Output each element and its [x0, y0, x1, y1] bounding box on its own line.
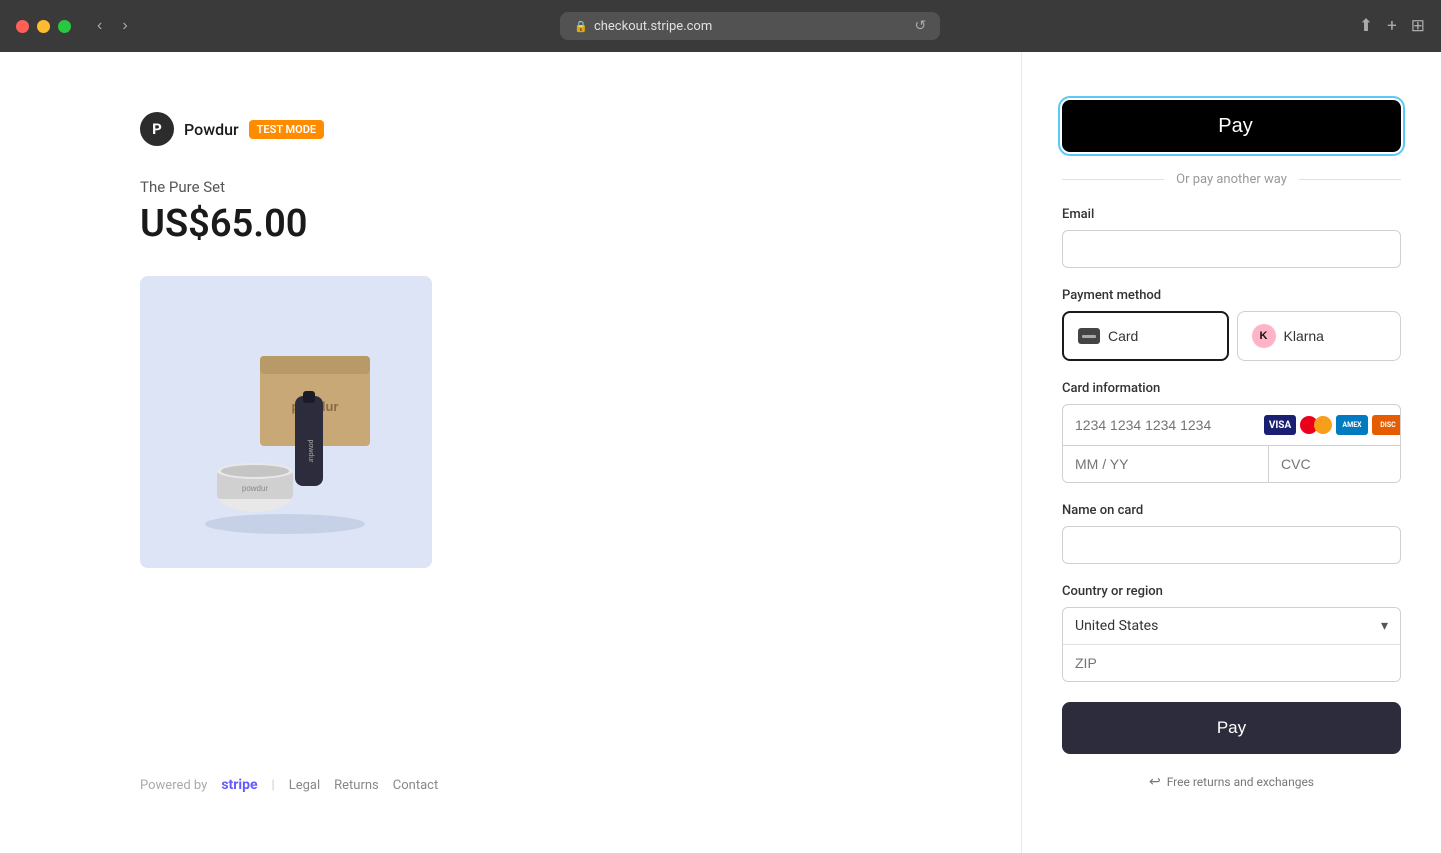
card-tab-label: Card	[1108, 328, 1138, 344]
address-bar[interactable]: 🔒 checkout.stripe.com ↺	[560, 12, 940, 40]
card-fields: VISA AMEX DISC	[1062, 404, 1401, 483]
right-panel: Pay Or pay another way Email Payment met…	[1021, 52, 1441, 853]
klarna-logo: K	[1252, 324, 1276, 348]
lock-icon: 🔒	[574, 20, 588, 33]
returns-link[interactable]: Returns	[334, 778, 379, 793]
url-text: checkout.stripe.com	[594, 19, 712, 34]
product-price: US$65.00	[140, 202, 941, 246]
country-selected-value: United States	[1075, 618, 1381, 634]
tabs-icon[interactable]: ⊞	[1411, 16, 1425, 36]
free-returns: ↩ Free returns and exchanges	[1062, 774, 1401, 790]
card-tab[interactable]: Card	[1062, 311, 1229, 361]
name-on-card-input[interactable]	[1062, 526, 1401, 564]
reload-icon[interactable]: ↺	[915, 18, 927, 34]
left-panel: P Powdur TEST MODE The Pure Set US$65.00…	[0, 52, 1021, 853]
stripe-logo: stripe	[221, 777, 257, 793]
divider-left	[1062, 179, 1164, 180]
brand-name: Powdur	[184, 120, 239, 139]
card-icon	[1078, 328, 1100, 344]
email-label: Email	[1062, 207, 1401, 222]
forward-button[interactable]: ›	[116, 13, 133, 39]
amex-icon: AMEX	[1336, 415, 1368, 435]
country-select-row[interactable]: United States ▾	[1063, 608, 1400, 645]
divider-right	[1299, 179, 1401, 180]
brand-logo: P	[140, 112, 174, 146]
product-name: The Pure Set	[140, 178, 941, 196]
svg-text:powdur: powdur	[242, 484, 269, 493]
maximize-button[interactable]	[58, 20, 71, 33]
name-on-card-label: Name on card	[1062, 503, 1401, 518]
test-mode-badge: TEST MODE	[249, 120, 324, 139]
footer-links: Powered by stripe | Legal Returns Contac…	[140, 737, 941, 793]
email-section: Email	[1062, 207, 1401, 268]
mastercard-icon	[1300, 415, 1332, 435]
apple-pay-label: Pay	[1218, 115, 1252, 138]
card-network-icons: VISA AMEX DISC	[1264, 415, 1401, 435]
pay-button[interactable]: Pay	[1062, 702, 1401, 754]
country-region-section: Country or region United States ▾	[1062, 584, 1401, 682]
visa-icon: VISA	[1264, 415, 1296, 435]
minimize-button[interactable]	[37, 20, 50, 33]
browser-right-controls: ⬆ + ⊞	[1359, 16, 1425, 36]
address-bar-wrapper: 🔒 checkout.stripe.com ↺	[154, 12, 1347, 40]
page: P Powdur TEST MODE The Pure Set US$65.00…	[0, 52, 1441, 853]
new-tab-icon[interactable]: +	[1387, 16, 1397, 36]
powered-by-text: Powered by	[140, 778, 207, 793]
payment-method-tabs: Card K Klarna	[1062, 311, 1401, 361]
divider-row: Or pay another way	[1062, 172, 1401, 187]
returns-icon: ↩	[1149, 774, 1161, 790]
card-information-section: Card information VISA AMEX DISC	[1062, 381, 1401, 483]
close-button[interactable]	[16, 20, 29, 33]
chevron-down-icon: ▾	[1381, 618, 1388, 634]
apple-pay-button[interactable]: Pay	[1062, 100, 1401, 152]
discover-icon: DISC	[1372, 415, 1401, 435]
payment-method-label: Payment method	[1062, 288, 1401, 303]
divider-text: Or pay another way	[1176, 172, 1287, 187]
country-region-container: United States ▾	[1062, 607, 1401, 682]
cvc-input[interactable]	[1269, 446, 1401, 482]
brand-header: P Powdur TEST MODE	[140, 112, 941, 146]
contact-link[interactable]: Contact	[393, 778, 438, 793]
browser-navigation: ‹ ›	[91, 13, 134, 39]
card-number-row: VISA AMEX DISC	[1063, 405, 1400, 446]
country-region-label: Country or region	[1062, 584, 1401, 599]
svg-text:powdur: powdur	[307, 440, 314, 464]
email-input[interactable]	[1062, 230, 1401, 268]
back-button[interactable]: ‹	[91, 13, 108, 39]
traffic-lights	[16, 20, 71, 33]
browser-chrome: ‹ › 🔒 checkout.stripe.com ↺ ⬆ + ⊞	[0, 0, 1441, 52]
product-image: powdur powdur powdur	[140, 276, 432, 568]
payment-method-section: Payment method Card K Klarna	[1062, 288, 1401, 361]
card-number-input[interactable]	[1075, 417, 1256, 433]
free-returns-text: Free returns and exchanges	[1167, 775, 1314, 789]
card-info-label: Card information	[1062, 381, 1401, 396]
klarna-tab-label: Klarna	[1284, 328, 1324, 344]
share-icon[interactable]: ⬆	[1359, 16, 1373, 36]
card-bottom-row	[1063, 446, 1400, 482]
zip-input[interactable]	[1063, 645, 1400, 681]
legal-link[interactable]: Legal	[289, 778, 320, 793]
klarna-tab[interactable]: K Klarna	[1237, 311, 1402, 361]
product-image-svg: powdur powdur powdur	[140, 276, 432, 568]
pay-button-label: Pay	[1217, 718, 1246, 737]
expiry-input[interactable]	[1063, 446, 1269, 482]
name-on-card-section: Name on card	[1062, 503, 1401, 564]
